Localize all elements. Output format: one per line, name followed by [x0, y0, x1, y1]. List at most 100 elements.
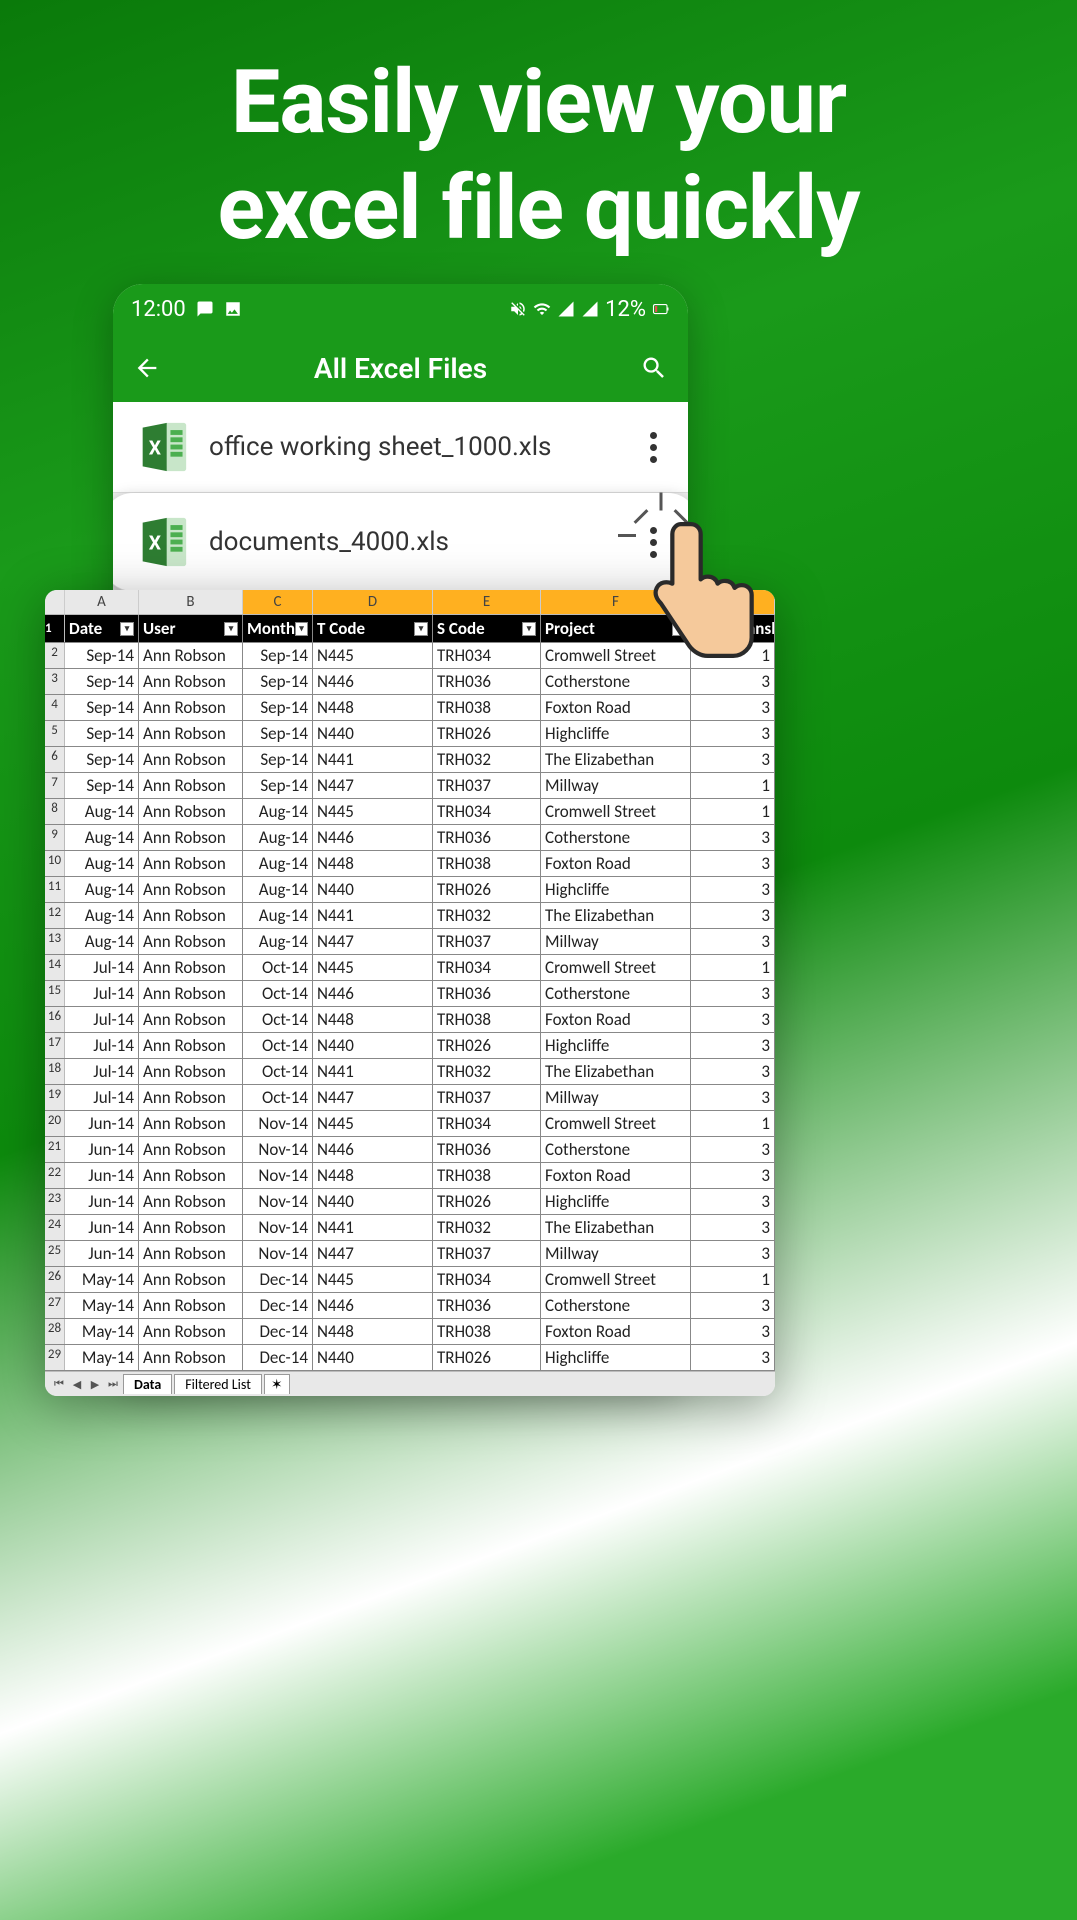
- cell[interactable]: 3: [691, 903, 775, 928]
- cell[interactable]: TRH032: [433, 903, 541, 928]
- cell[interactable]: Jul-14: [65, 1085, 139, 1110]
- cell[interactable]: Dec-14: [243, 1293, 313, 1318]
- cell[interactable]: The Elizabethan: [541, 1059, 691, 1084]
- cell[interactable]: Jun-14: [65, 1163, 139, 1188]
- cell[interactable]: N441: [313, 903, 433, 928]
- cell[interactable]: TRH038: [433, 1007, 541, 1032]
- cell[interactable]: May-14: [65, 1293, 139, 1318]
- file-item[interactable]: X documents_4000.xls: [113, 493, 688, 592]
- cell[interactable]: Highcliffe: [541, 1189, 691, 1214]
- cell[interactable]: Ann Robson: [139, 929, 243, 954]
- rownum[interactable]: 24: [45, 1215, 65, 1240]
- cell[interactable]: 3: [691, 721, 775, 746]
- cell[interactable]: TRH038: [433, 1319, 541, 1344]
- cell[interactable]: Aug-14: [243, 903, 313, 928]
- rownum[interactable]: 14: [45, 955, 65, 980]
- cell[interactable]: N440: [313, 877, 433, 902]
- rownum[interactable]: 20: [45, 1111, 65, 1136]
- cell[interactable]: The Elizabethan: [541, 747, 691, 772]
- cell[interactable]: Aug-14: [65, 799, 139, 824]
- cell[interactable]: TRH026: [433, 1033, 541, 1058]
- sheet-tab[interactable]: Filtered List: [174, 1374, 262, 1394]
- cell[interactable]: TRH036: [433, 1293, 541, 1318]
- cell[interactable]: Foxton Road: [541, 851, 691, 876]
- cell[interactable]: Oct-14: [243, 1033, 313, 1058]
- cell[interactable]: N445: [313, 955, 433, 980]
- tab-nav-first-icon[interactable]: ⏮: [51, 1376, 67, 1392]
- cell[interactable]: Cotherstone: [541, 1293, 691, 1318]
- cell[interactable]: TRH034: [433, 1111, 541, 1136]
- cell[interactable]: Ann Robson: [139, 643, 243, 668]
- rownum[interactable]: 13: [45, 929, 65, 954]
- rownum[interactable]: 11: [45, 877, 65, 902]
- cell[interactable]: May-14: [65, 1267, 139, 1292]
- cell[interactable]: N447: [313, 1085, 433, 1110]
- cell[interactable]: Cromwell Street: [541, 955, 691, 980]
- cell[interactable]: N445: [313, 1111, 433, 1136]
- cell[interactable]: Aug-14: [243, 825, 313, 850]
- cell[interactable]: N446: [313, 825, 433, 850]
- cell[interactable]: TRH037: [433, 929, 541, 954]
- corner-cell[interactable]: [45, 590, 65, 614]
- cell[interactable]: TRH032: [433, 747, 541, 772]
- cell[interactable]: 3: [691, 1345, 775, 1370]
- cell[interactable]: Sep-14: [243, 747, 313, 772]
- cell[interactable]: Jun-14: [65, 1215, 139, 1240]
- cell[interactable]: N446: [313, 1293, 433, 1318]
- rownum[interactable]: 6: [45, 747, 65, 772]
- rownum[interactable]: 27: [45, 1293, 65, 1318]
- more-menu-icon[interactable]: [638, 432, 668, 463]
- cell[interactable]: Sep-14: [243, 721, 313, 746]
- filter-dropdown-icon[interactable]: ▾: [522, 622, 536, 636]
- tab-nav-prev-icon[interactable]: ◀: [69, 1376, 85, 1392]
- col-letter[interactable]: E: [433, 590, 541, 614]
- cell[interactable]: Cromwell Street: [541, 1267, 691, 1292]
- col-letter[interactable]: D: [313, 590, 433, 614]
- cell[interactable]: Ann Robson: [139, 903, 243, 928]
- cell[interactable]: Cotherstone: [541, 1137, 691, 1162]
- cell[interactable]: Millway: [541, 1241, 691, 1266]
- cell[interactable]: N441: [313, 1059, 433, 1084]
- cell[interactable]: N440: [313, 721, 433, 746]
- cell[interactable]: 1: [691, 1267, 775, 1292]
- rownum[interactable]: 15: [45, 981, 65, 1006]
- new-sheet-tab-icon[interactable]: ✶: [264, 1374, 290, 1394]
- cell[interactable]: Highcliffe: [541, 1345, 691, 1370]
- cell[interactable]: Sep-14: [65, 643, 139, 668]
- cell[interactable]: Ann Robson: [139, 981, 243, 1006]
- header-cell[interactable]: User▾: [139, 615, 243, 642]
- cell[interactable]: Nov-14: [243, 1189, 313, 1214]
- cell[interactable]: 3: [691, 1319, 775, 1344]
- rownum[interactable]: 28: [45, 1319, 65, 1344]
- cell[interactable]: N445: [313, 643, 433, 668]
- cell[interactable]: N447: [313, 1241, 433, 1266]
- cell[interactable]: N448: [313, 1163, 433, 1188]
- cell[interactable]: Jul-14: [65, 1033, 139, 1058]
- cell[interactable]: Aug-14: [243, 877, 313, 902]
- cell[interactable]: Aug-14: [65, 851, 139, 876]
- filter-dropdown-icon[interactable]: ▾: [414, 622, 428, 636]
- rownum[interactable]: 12: [45, 903, 65, 928]
- cell[interactable]: Ann Robson: [139, 851, 243, 876]
- cell[interactable]: Oct-14: [243, 1059, 313, 1084]
- cell[interactable]: Ann Robson: [139, 1033, 243, 1058]
- cell[interactable]: TRH026: [433, 877, 541, 902]
- cell[interactable]: TRH034: [433, 643, 541, 668]
- cell[interactable]: Ann Robson: [139, 1059, 243, 1084]
- rownum[interactable]: 21: [45, 1137, 65, 1162]
- cell[interactable]: Jul-14: [65, 1059, 139, 1084]
- rownum[interactable]: 8: [45, 799, 65, 824]
- cell[interactable]: Nov-14: [243, 1111, 313, 1136]
- cell[interactable]: 3: [691, 1059, 775, 1084]
- cell[interactable]: 3: [691, 1215, 775, 1240]
- cell[interactable]: Ann Robson: [139, 773, 243, 798]
- sheet-tab[interactable]: Data: [123, 1374, 172, 1394]
- cell[interactable]: Aug-14: [65, 903, 139, 928]
- cell[interactable]: 3: [691, 1241, 775, 1266]
- cell[interactable]: N441: [313, 1215, 433, 1240]
- cell[interactable]: N448: [313, 695, 433, 720]
- rownum[interactable]: 17: [45, 1033, 65, 1058]
- cell[interactable]: 3: [691, 825, 775, 850]
- cell[interactable]: Millway: [541, 1085, 691, 1110]
- cell[interactable]: Aug-14: [243, 799, 313, 824]
